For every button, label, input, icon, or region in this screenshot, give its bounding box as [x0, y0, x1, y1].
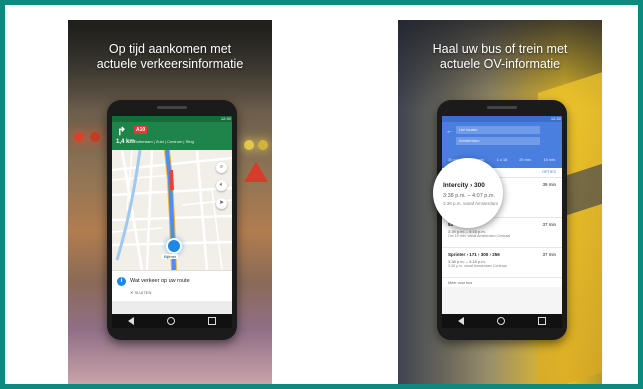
turn-right-arrow-icon: ↱ — [117, 126, 127, 138]
traffic-alert-card[interactable]: i Wat verkeer op uw route ✕ SLUITEN — [112, 270, 232, 301]
phone-speaker — [157, 106, 187, 109]
status-time: 12:30 — [550, 116, 561, 121]
caption-line-1: Op tijd aankomen met — [108, 42, 232, 56]
mode-walk[interactable]: 1 u 18 — [497, 155, 508, 165]
navigation-header: ↱ A10 1,4 km Rotterdam | Zuid | Centrum … — [112, 122, 232, 150]
distance-to-turn: 1,4 km — [116, 139, 135, 145]
more-options-link[interactable]: Meer voor bus — [442, 277, 562, 287]
traffic-light-left — [74, 132, 84, 142]
route-title: Sprinter › 171 › 300 › 256 — [448, 252, 500, 257]
transit-promo-panel: Haal uw bus of trein met actuele OV-info… — [398, 20, 602, 384]
route-duration: 37 min — [542, 222, 556, 227]
phone-screen: 12:30 ↱ A10 1,4 km Rotterdam | Zuid | Ce… — [112, 116, 232, 328]
caption: Haal uw bus of trein met actuele OV-info… — [398, 42, 602, 72]
route-duration: 37 min — [542, 252, 556, 257]
mode-taxi[interactable]: 16 min. — [544, 155, 556, 165]
traffic-light-right — [244, 140, 254, 150]
phone-mockup: 12:30 ← Uw locatie Amsterdam 30 min. 39 … — [433, 100, 567, 340]
speaker-icon[interactable]: 🔈︎ — [216, 180, 227, 191]
magnified-route-title: Intercity › 300 — [443, 182, 485, 189]
route-option[interactable]: Sprinter › 171 › 300 › 256 37 min 3:38 p… — [442, 247, 562, 278]
recents-icon[interactable] — [207, 317, 216, 325]
dismiss-label: SLUITEN — [134, 290, 152, 295]
route-departure: 3:38 p.m. vanaf Amsterdam Centraal — [448, 264, 507, 268]
caption: Op tijd aankomen met actuele verkeersinf… — [68, 42, 272, 72]
from-field[interactable]: Uw locatie — [456, 126, 540, 134]
destination-label: Rotterdam | Zuid | Centrum | Ring — [134, 139, 194, 144]
back-icon[interactable] — [458, 317, 465, 325]
traffic-light-right-2 — [258, 140, 268, 150]
route-departure: Om 15 min. vanaf Amsterdam Centraal — [448, 234, 511, 238]
magnified-route-callout: Intercity › 300 3:38 p.m. – 4:07 p.m. 3:… — [433, 158, 503, 228]
traffic-light-left-2 — [90, 132, 100, 142]
recents-icon[interactable] — [537, 317, 546, 325]
to-field[interactable]: Amsterdam — [456, 137, 540, 145]
magnified-route-time: 3:38 p.m. – 4:07 p.m. — [443, 193, 495, 199]
current-location-label: Bijlmer — [162, 254, 179, 259]
back-arrow-icon[interactable]: ← — [446, 128, 453, 135]
phone-mockup: 12:30 ↱ A10 1,4 km Rotterdam | Zuid | Ce… — [107, 100, 237, 340]
android-nav-bar — [112, 314, 232, 328]
info-icon: i — [117, 277, 126, 286]
search-icon[interactable]: ⌕ — [216, 162, 227, 173]
road-warning-sign — [244, 162, 268, 182]
current-location-icon — [166, 238, 182, 254]
traffic-message: Wat verkeer op uw route — [130, 278, 190, 284]
magnified-route-departure: 3:38 p.m. vanaf Amsterdam — [443, 201, 499, 206]
home-icon[interactable] — [166, 317, 175, 325]
status-time: 12:30 — [220, 116, 231, 121]
back-icon[interactable] — [128, 317, 135, 325]
screenshot-frame: Op tijd aankomen met actuele verkeersinf… — [0, 0, 643, 389]
dismiss-button[interactable]: ✕ SLUITEN — [130, 290, 151, 295]
android-nav-bar — [442, 314, 562, 328]
mode-bike[interactable]: 29 min. — [519, 155, 531, 165]
caption-line-1: Haal uw bus of trein met — [432, 42, 568, 56]
road-shield: A10 — [134, 126, 148, 134]
home-icon[interactable] — [496, 317, 505, 325]
compass-icon[interactable]: ➤ — [216, 198, 227, 209]
navigation-promo-panel: Op tijd aankomen met actuele verkeersinf… — [68, 20, 272, 384]
route-duration: 39 min — [542, 182, 556, 187]
phone-speaker — [487, 106, 517, 109]
caption-line-2: actuele verkeersinformatie — [96, 57, 244, 71]
caption-line-2: actuele OV-informatie — [439, 57, 561, 71]
